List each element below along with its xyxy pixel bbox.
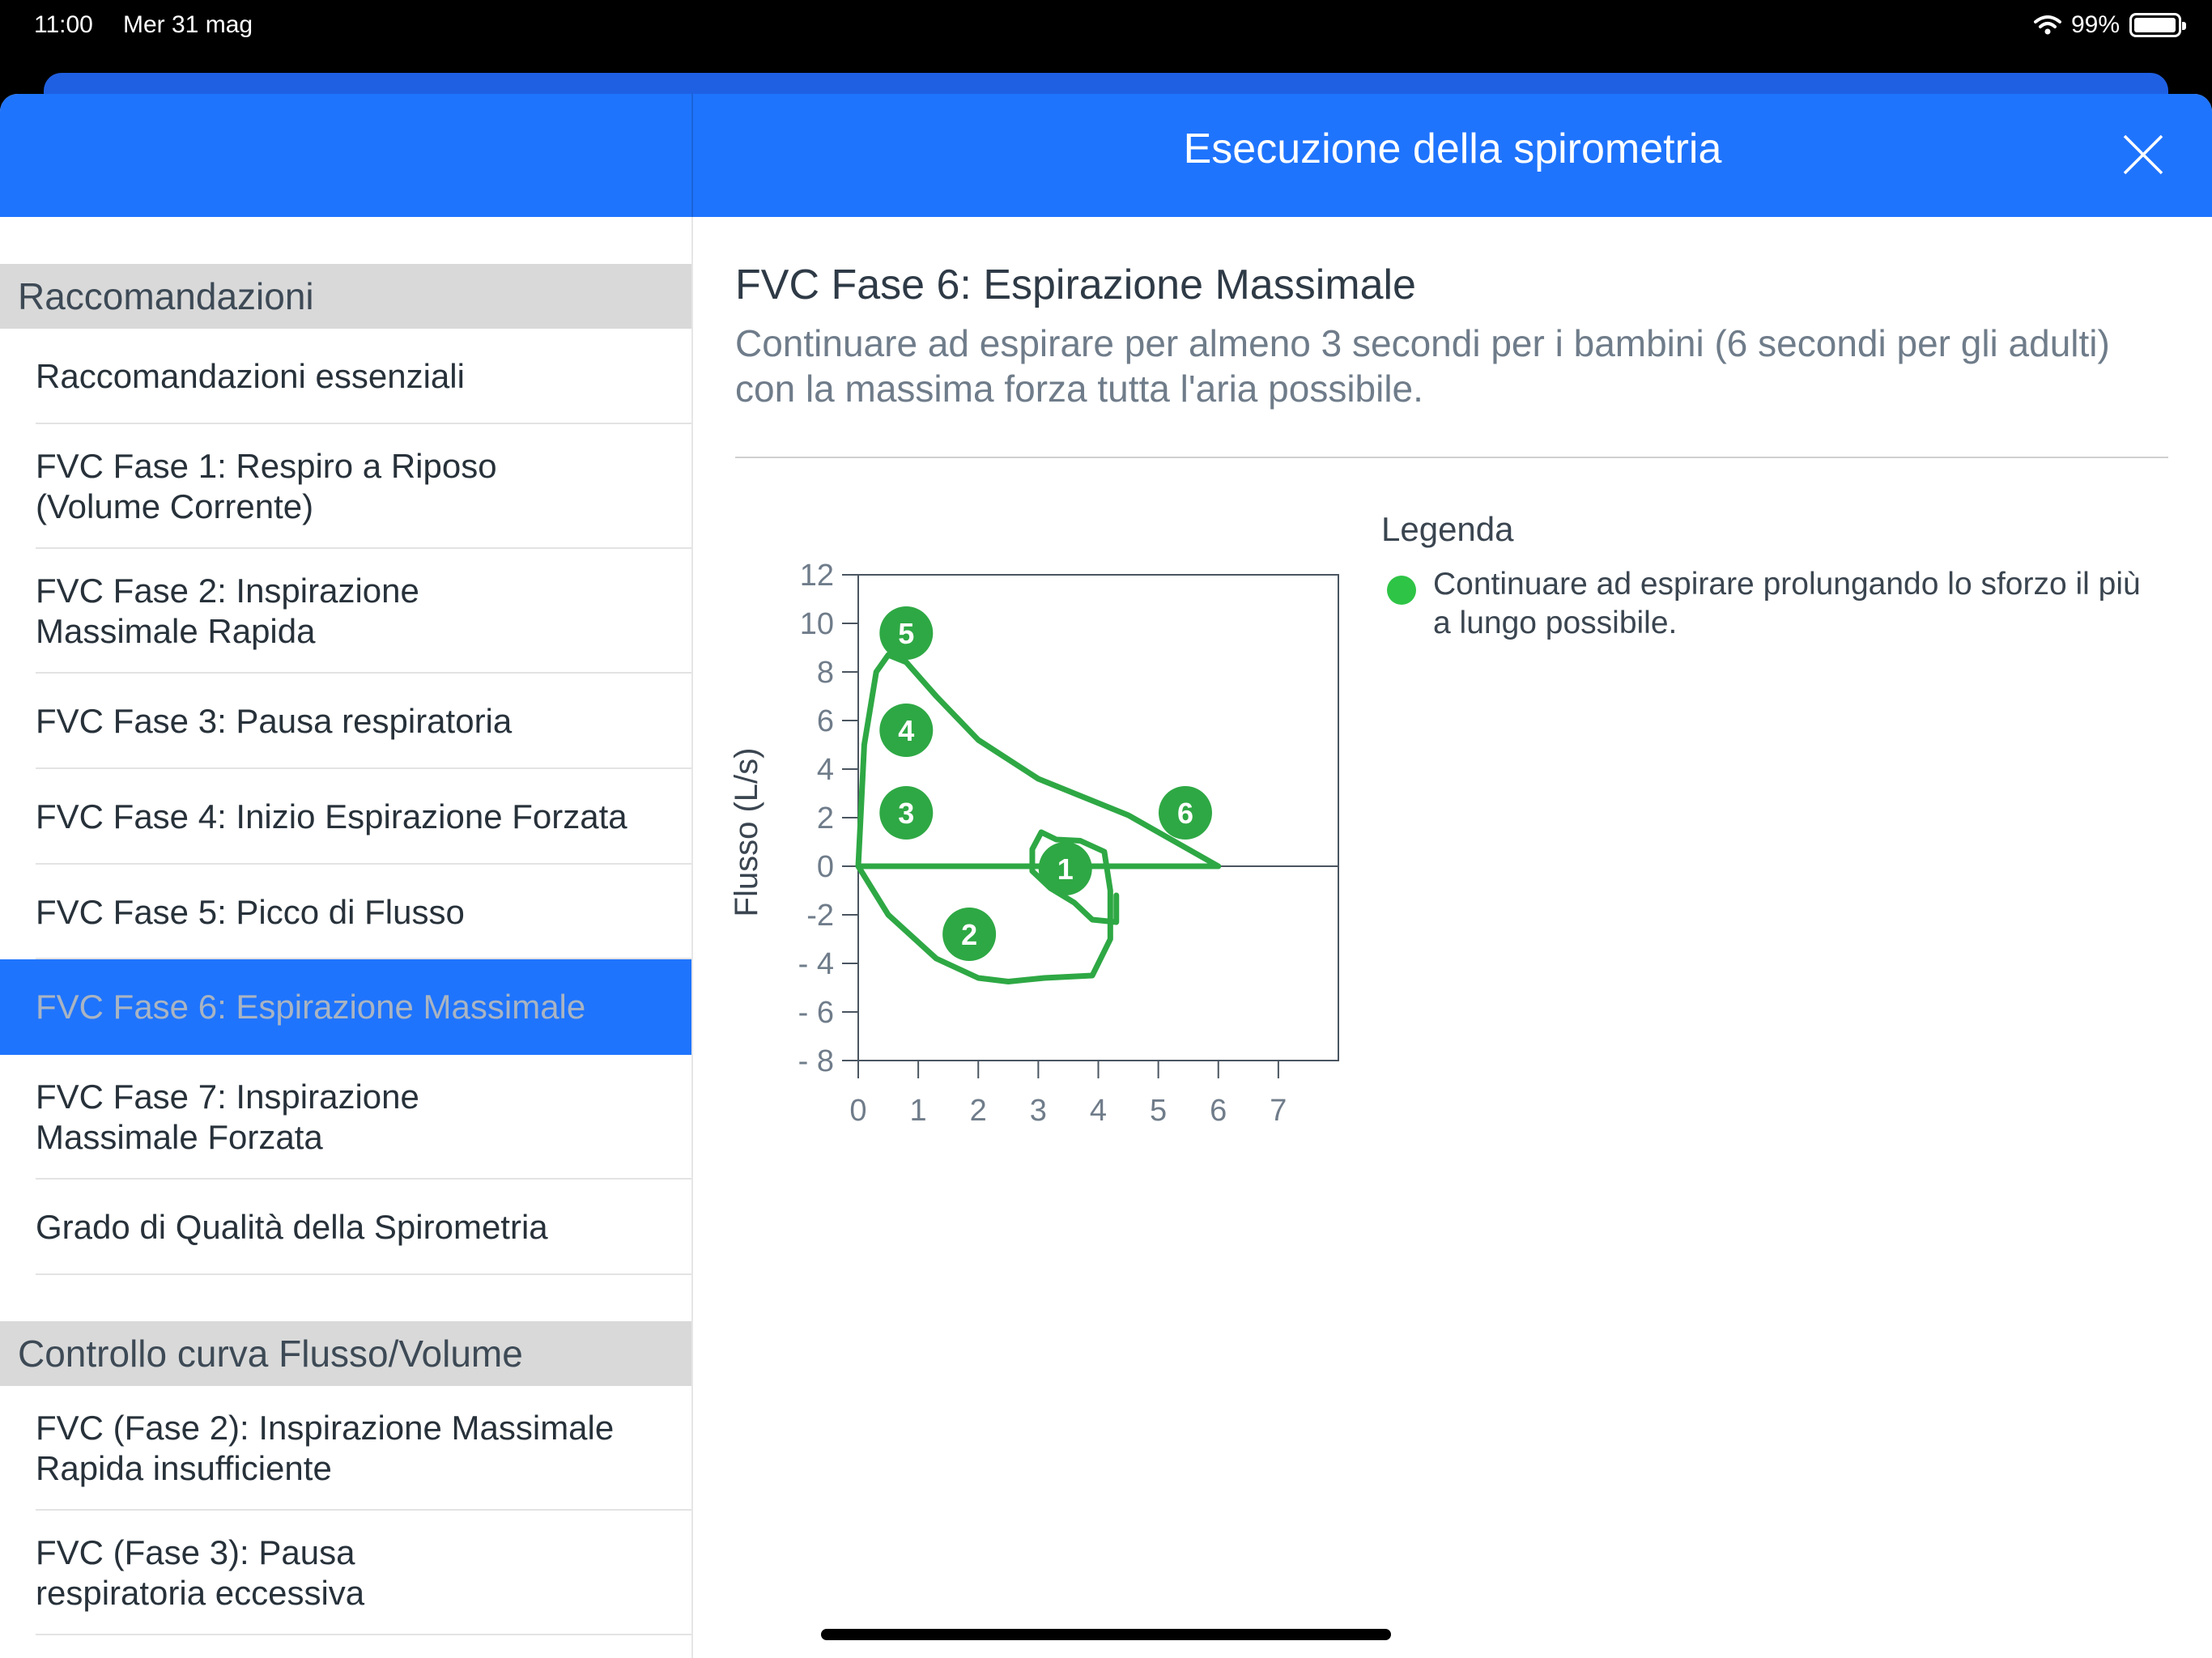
sidebar-item-fvc-fase-7[interactable]: FVC Fase 7: Inspirazione Massimale Forza… <box>0 1055 691 1180</box>
flow-volume-chart: 121086420-2- 4- 6- 801234567Volume (L)Fl… <box>729 559 1339 1148</box>
phase-marker-label: 1 <box>1057 852 1074 886</box>
wifi-icon <box>2033 15 2061 35</box>
x-tick-label: 6 <box>1210 1094 1227 1128</box>
legend-title: Legenda <box>1381 510 1514 548</box>
phase-marker-3: 3 <box>879 786 934 840</box>
sidebar-item-label: Raccomandazioni essenziali <box>36 357 465 395</box>
status-date: Mer 31 mag <box>123 11 253 38</box>
y-tick-label: 8 <box>817 656 834 690</box>
content-title: FVC Fase 6: Espirazione Massimale <box>735 261 1416 308</box>
y-tick-label: - 4 <box>798 947 834 981</box>
y-tick-label: - 8 <box>798 1044 834 1078</box>
sidebar-item-label: FVC Fase 7: Inspirazione Massimale Forza… <box>36 1078 419 1156</box>
sidebar-item-label: FVC Fase 2: Inspirazione Massimale Rapid… <box>36 572 419 650</box>
sidebar-item-label: Grado di Qualità della Spirometria <box>36 1208 548 1246</box>
sidebar-item-grado-qualita[interactable]: Grado di Qualità della Spirometria <box>0 1180 691 1275</box>
y-tick-label: 4 <box>817 753 834 787</box>
status-right: 99% <box>2033 11 2186 39</box>
sidebar-item-fvc-fase-3[interactable]: FVC Fase 3: Pausa respiratoria <box>0 674 691 769</box>
status-bar: 11:00 Mer 31 mag 99% <box>0 0 2212 53</box>
sidebar-item-label: FVC Fase 1: Respiro a Riposo (Volume Cor… <box>36 447 497 525</box>
y-axis-label: Flusso (L/s) <box>729 748 764 917</box>
y-tick-label: 0 <box>817 850 834 884</box>
legend-dot-icon <box>1387 576 1416 605</box>
phase-marker-label: 5 <box>898 617 914 650</box>
sidebar-item-fvc-fase-2-insufficiente[interactable]: FVC (Fase 2): Inspirazione Massimale Rap… <box>0 1386 691 1511</box>
x-tick-label: 7 <box>1270 1094 1287 1128</box>
sidebar-item-fvc-fase-1[interactable]: FVC Fase 1: Respiro a Riposo (Volume Cor… <box>0 424 691 549</box>
y-tick-label: -2 <box>806 899 834 933</box>
header-title: Esecuzione della spirometria <box>1183 125 1722 172</box>
x-tick-label: 5 <box>1150 1094 1167 1128</box>
x-axis-label: Volume (L) <box>1012 1146 1168 1148</box>
y-tick-label: 12 <box>800 559 834 593</box>
battery-fill <box>2134 18 2176 32</box>
phase-marker-label: 2 <box>961 918 977 951</box>
x-tick-label: 2 <box>970 1094 987 1128</box>
legend-item-text: Continuare ad espirare prolungando lo sf… <box>1433 567 2141 640</box>
modal-sheet: Esecuzione della spirometria Raccomandaz… <box>0 94 2212 1658</box>
sidebar-item-label: FVC Fase 5: Picco di Flusso <box>36 892 465 931</box>
section-header-raccomandazioni: Raccomandazioni <box>0 264 691 329</box>
content-panel: FVC Fase 6: Espirazione Massimale Contin… <box>693 217 2212 1658</box>
phase-marker-4: 4 <box>879 704 934 757</box>
phase-marker-5: 5 <box>879 606 934 660</box>
sidebar-item-label: FVC Fase 6: Espirazione Massimale <box>36 988 586 1026</box>
phase-marker-1: 1 <box>1038 842 1092 895</box>
status-time: 11:00 <box>34 11 93 38</box>
sidebar-item-raccomandazioni-essenziali[interactable]: Raccomandazioni essenziali <box>0 329 691 424</box>
sidebar-item-label: FVC Fase 4: Inizio Espirazione Forzata <box>36 797 627 835</box>
sidebar-item-fvc-fase-3-eccessiva[interactable]: FVC (Fase 3): Pausa respiratoria eccessi… <box>0 1511 691 1635</box>
y-tick-label: 2 <box>817 801 834 835</box>
sidebar-item-fvc-fase-6[interactable]: FVC Fase 6: Espirazione Massimale <box>0 959 691 1055</box>
header-bar: Esecuzione della spirometria <box>0 94 2212 217</box>
battery-percentage: 99% <box>2070 11 2120 38</box>
sidebar-item-label: FVC Fase 3: Pausa respiratoria <box>36 702 513 740</box>
y-tick-label: - 6 <box>798 996 834 1030</box>
x-tick-label: 4 <box>1090 1094 1107 1128</box>
phase-marker-label: 6 <box>1177 797 1193 830</box>
sidebar-item-fvc-fase-2[interactable]: FVC Fase 2: Inspirazione Massimale Rapid… <box>0 549 691 674</box>
y-tick-label: 6 <box>817 704 834 738</box>
sidebar: Raccomandazioni Raccomandazioni essenzia… <box>0 217 693 1658</box>
sidebar-item-label: FVC (Fase 3): Pausa respiratoria eccessi… <box>36 1533 365 1612</box>
content-description: Continuare ad espirare per almeno 3 seco… <box>735 322 2110 410</box>
sidebar-item-label: FVC (Fase 2): Inspirazione Massimale Rap… <box>36 1409 615 1487</box>
x-tick-label: 0 <box>849 1094 866 1128</box>
x-tick-label: 1 <box>910 1094 927 1128</box>
sidebar-item-fvc-fase-5[interactable]: FVC Fase 5: Picco di Flusso <box>0 865 691 959</box>
home-indicator <box>821 1629 1391 1640</box>
sidebar-item-fvc-fase-4[interactable]: FVC Fase 4: Inizio Espirazione Forzata <box>0 769 691 865</box>
x-tick-label: 3 <box>1030 1094 1047 1128</box>
phase-marker-2: 2 <box>942 908 997 961</box>
y-tick-label: 10 <box>800 607 834 641</box>
close-icon[interactable] <box>2118 130 2168 180</box>
phase-marker-label: 3 <box>898 797 914 830</box>
section-header-controllo-curva: Controllo curva Flusso/Volume <box>0 1321 691 1386</box>
battery-icon <box>2129 13 2186 37</box>
phase-marker-label: 4 <box>898 714 914 747</box>
phase-marker-6: 6 <box>1158 786 1212 840</box>
content-divider <box>735 457 2168 458</box>
